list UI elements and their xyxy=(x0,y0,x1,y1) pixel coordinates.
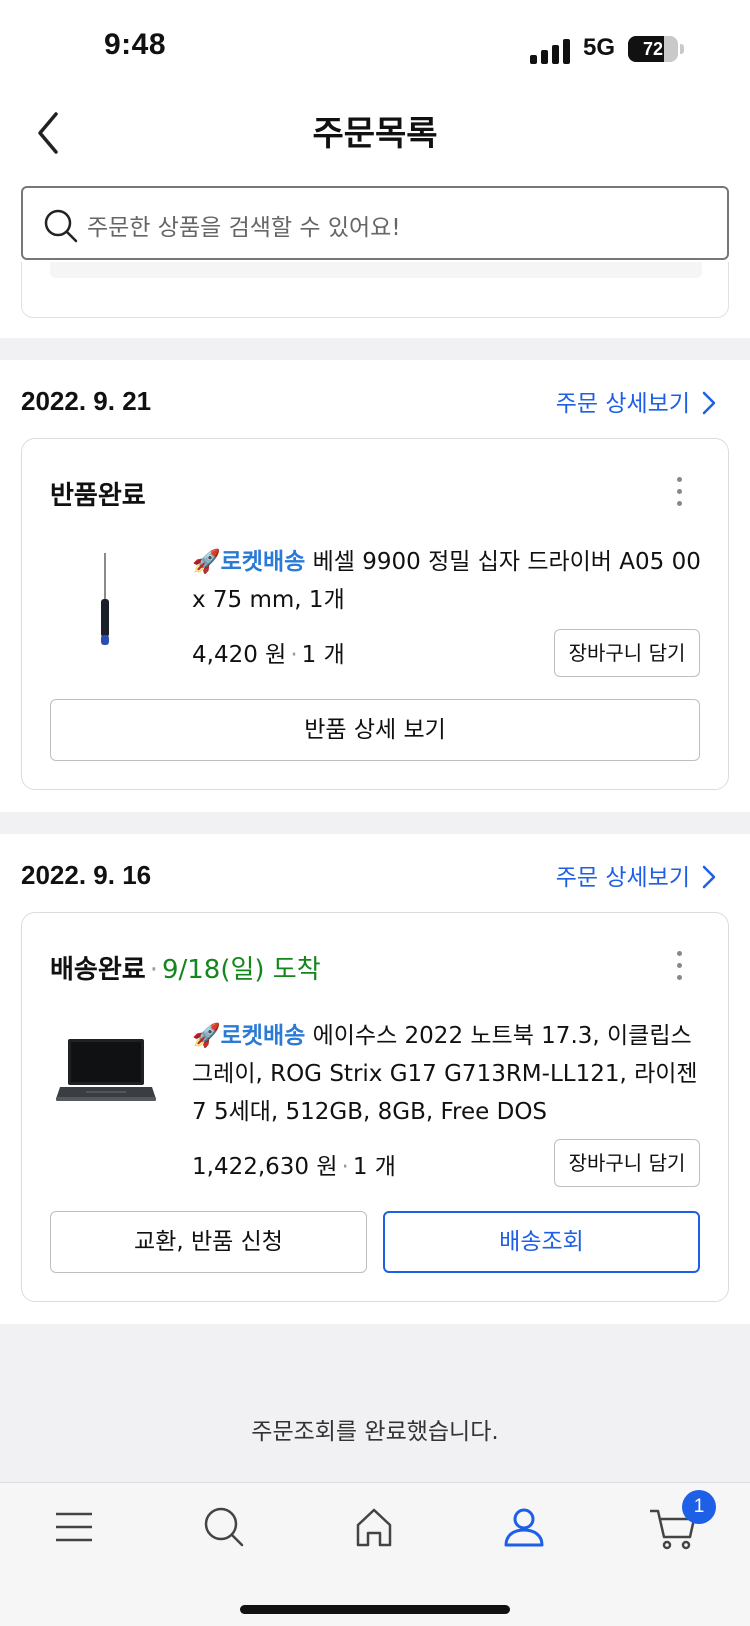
order-detail-label: 주문 상세보기 xyxy=(555,865,690,891)
battery-percent: 72 xyxy=(642,39,664,59)
product-quantity: 1 개 xyxy=(301,642,345,668)
status-bar: 9:48 5G 72 xyxy=(0,0,750,92)
product-price: 1,422,630 원 xyxy=(192,1154,338,1180)
order-section: 2022. 9. 16 주문 상세보기 배송완료 · 9/18(일) 도착 🚀로켓배… xyxy=(0,834,750,1324)
price-line: 4,420 원 · 1 개 xyxy=(192,642,345,668)
product-quantity: 1 개 xyxy=(352,1154,396,1180)
order-detail-link[interactable]: 주문 상세보기 xyxy=(556,858,716,892)
order-status: 배송완료 xyxy=(50,955,146,985)
previous-order-section xyxy=(0,262,750,338)
home-indicator[interactable] xyxy=(240,1605,510,1614)
add-to-cart-button[interactable]: 장바구니 담기 xyxy=(554,1139,700,1187)
order-section: 2022. 9. 21 주문 상세보기 반품완료 🚀로켓배송 베셀 9900 정… xyxy=(0,360,750,812)
previous-order-card-inner xyxy=(50,262,702,278)
track-delivery-button[interactable]: 배송조회 xyxy=(383,1211,700,1273)
status-time: 9:48 xyxy=(104,28,167,61)
order-date: 2022. 9. 21 xyxy=(21,386,152,416)
search-placeholder: 주문한 상품을 검색할 수 있어요! xyxy=(87,215,401,241)
more-options-button[interactable] xyxy=(674,477,684,509)
exchange-return-button[interactable]: 교환, 반품 신청 xyxy=(50,1211,367,1273)
chevron-right-icon xyxy=(702,865,716,889)
search-area: 주문한 상품을 검색할 수 있어요! xyxy=(0,186,750,272)
product-price: 4,420 원 xyxy=(192,642,287,668)
rocket-delivery-badge: 🚀로켓배송 xyxy=(192,1023,306,1049)
network-label: 5G xyxy=(583,34,616,61)
order-detail-link[interactable]: 주문 상세보기 xyxy=(556,384,716,418)
battery-tip xyxy=(680,44,684,54)
chevron-right-icon xyxy=(702,391,716,415)
product-title[interactable]: 🚀로켓배송 에이수스 2022 노트북 17.3, 이클립스 그레이, ROG … xyxy=(192,1017,702,1131)
order-card: 배송완료 · 9/18(일) 도착 🚀로켓배송 에이수스 2022 노트북 17.3… xyxy=(21,912,729,1302)
order-card: 반품완료 🚀로켓배송 베셀 9900 정밀 십자 드라이버 A05 00 x 7… xyxy=(21,438,729,790)
battery-icon: 72 xyxy=(628,36,678,62)
search-input[interactable]: 주문한 상품을 검색할 수 있어요! xyxy=(21,186,729,260)
completion-message: 주문조회를 완료했습니다. xyxy=(251,1419,499,1445)
home-icon[interactable] xyxy=(344,1497,404,1557)
rocket-delivery-badge: 🚀로켓배송 xyxy=(192,549,306,575)
product-title[interactable]: 🚀로켓배송 베셀 9900 정밀 십자 드라이버 A05 00 x 75 mm,… xyxy=(192,543,702,619)
order-date: 2022. 9. 16 xyxy=(21,860,152,890)
order-status: 반품완료 xyxy=(50,481,146,511)
arrival-date: 9/18(일) 도착 xyxy=(161,955,321,985)
page-title: 주문목록 xyxy=(312,114,438,154)
cart-count-badge: 1 xyxy=(682,1490,716,1524)
menu-icon[interactable] xyxy=(44,1497,104,1557)
return-detail-button[interactable]: 반품 상세 보기 xyxy=(50,699,700,761)
add-to-cart-button[interactable]: 장바구니 담기 xyxy=(554,629,700,677)
my-page-icon[interactable] xyxy=(494,1497,554,1557)
order-status-line: 배송완료 · 9/18(일) 도착 xyxy=(50,955,321,985)
header: 주문목록 xyxy=(0,92,750,186)
laptop-image[interactable] xyxy=(56,1035,156,1105)
previous-order-card xyxy=(21,262,729,318)
search-icon xyxy=(44,209,78,243)
screwdriver-image[interactable] xyxy=(80,551,130,651)
order-detail-label: 주문 상세보기 xyxy=(555,391,690,417)
more-options-button[interactable] xyxy=(674,951,684,983)
price-line: 1,422,630 원 · 1 개 xyxy=(192,1154,396,1180)
rocket-delivery-label: 로켓배송 xyxy=(220,549,306,575)
signal-icon xyxy=(530,38,572,64)
search-icon[interactable] xyxy=(194,1497,254,1557)
rocket-delivery-label: 로켓배송 xyxy=(220,1023,306,1049)
